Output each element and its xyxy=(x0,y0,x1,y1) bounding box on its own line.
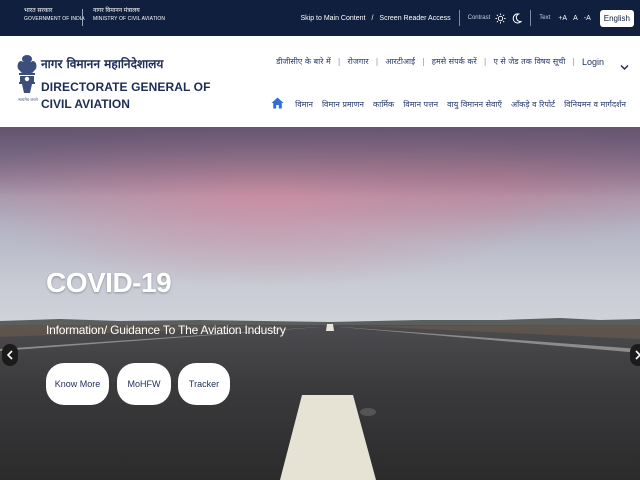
home-icon[interactable] xyxy=(271,97,284,111)
nav-item-personnel[interactable]: कार्मिक xyxy=(373,99,394,110)
top-bar: भारत सरकार GOVERNMENT OF INDIA नागर विमा… xyxy=(0,0,640,36)
nav-item-air-transport-services[interactable]: वायु विमानन सेवाएँ xyxy=(447,99,502,110)
org-name-line2[interactable]: CIVIL AVIATION xyxy=(41,97,130,111)
ministry-label[interactable]: नागर विमानन मंत्रालय MINISTRY OF CIVIL A… xyxy=(93,7,165,23)
a-to-z-index-link[interactable]: ए से जेड तक विषय सूची xyxy=(493,56,565,67)
contact-us-link[interactable]: हमसे संपर्क करें xyxy=(432,56,477,67)
nav-item-aerodromes[interactable]: विमान पत्तन xyxy=(403,99,438,110)
carousel-next-button[interactable] xyxy=(630,344,640,366)
moon-icon[interactable] xyxy=(512,12,523,24)
divider xyxy=(82,9,83,26)
font-decrease-button[interactable]: -A xyxy=(584,15,591,22)
login-link[interactable]: Login xyxy=(582,57,604,67)
know-more-button[interactable]: Know More xyxy=(46,363,109,405)
chevron-down-icon[interactable] xyxy=(620,58,629,76)
accessibility-links: Skip to Main Content / Screen Reader Acc… xyxy=(300,0,640,36)
org-name-line1[interactable]: DIRECTORATE GENERAL OF xyxy=(41,80,211,94)
nav-item-aircraft-certification[interactable]: विमान प्रमाणन xyxy=(322,99,364,110)
runway-background-image xyxy=(0,127,640,480)
hero-title: COVID-19 xyxy=(46,267,172,298)
divider xyxy=(530,10,532,26)
skip-to-main-content-link[interactable]: Skip to Main Content xyxy=(300,15,365,22)
emblem-motto: सत्यमेव जयते xyxy=(18,97,38,102)
link-separator: / xyxy=(371,14,374,22)
main-navigation: विमान विमान प्रमाणन कार्मिक विमान पत्तन … xyxy=(271,97,626,111)
font-increase-button[interactable]: +A xyxy=(558,15,567,22)
sun-icon[interactable] xyxy=(495,12,506,24)
text-size-label: Text xyxy=(539,15,551,21)
divider xyxy=(458,10,460,26)
org-name-hindi[interactable]: नागर विमानन महानिदेशालय xyxy=(41,55,163,72)
font-normal-button[interactable]: A xyxy=(573,15,578,22)
contrast-label: Contrast xyxy=(467,15,491,21)
nav-item-data-reports[interactable]: आँकड़े व रिपोर्ट xyxy=(511,99,555,110)
mohfw-button[interactable]: MoHFW xyxy=(117,363,171,405)
carousel-prev-button[interactable] xyxy=(2,344,18,366)
link-separator: | xyxy=(422,57,425,66)
language-button[interactable]: English xyxy=(599,9,634,27)
gov-india-english: GOVERNMENT OF INDIA xyxy=(24,16,85,22)
link-separator: | xyxy=(375,57,379,66)
about-dgca-link[interactable]: डीजीसीए के बारे में xyxy=(276,56,331,67)
chevron-right-icon xyxy=(635,350,640,360)
nav-item-regulations-guidance[interactable]: विनियमन व मार्गदर्शन xyxy=(564,99,626,110)
link-separator: | xyxy=(483,57,487,66)
nav-item-aircraft[interactable]: विमान xyxy=(295,99,313,110)
moca-english: MINISTRY OF CIVIL AVIATION xyxy=(93,16,166,22)
link-separator: | xyxy=(572,57,575,66)
screen-reader-access-link[interactable]: Screen Reader Access xyxy=(379,15,450,22)
gov-india-hindi: भारत सरकार xyxy=(24,8,53,14)
employment-link[interactable]: रोजगार xyxy=(348,56,369,67)
rti-link[interactable]: आरटीआई xyxy=(385,56,415,67)
chevron-left-icon xyxy=(7,350,13,360)
header-utility-links: डीजीसीए के बारे में | रोजगार | आरटीआई | … xyxy=(276,56,604,67)
link-separator: | xyxy=(337,57,341,66)
site-header: सत्यमेव जयते नागर विमानन महानिदेशालय DIR… xyxy=(0,36,640,127)
moca-hindi: नागर विमानन मंत्रालय xyxy=(93,8,140,14)
national-emblem-logo[interactable]: सत्यमेव जयते xyxy=(16,53,38,117)
hero-banner: COVID-19 Information/ Guidance To The Av… xyxy=(0,127,640,480)
hero-subtitle: Information/ Guidance To The Aviation In… xyxy=(46,323,286,337)
tracker-button[interactable]: Tracker xyxy=(178,363,230,405)
government-of-india-label[interactable]: भारत सरकार GOVERNMENT OF INDIA xyxy=(24,7,85,23)
